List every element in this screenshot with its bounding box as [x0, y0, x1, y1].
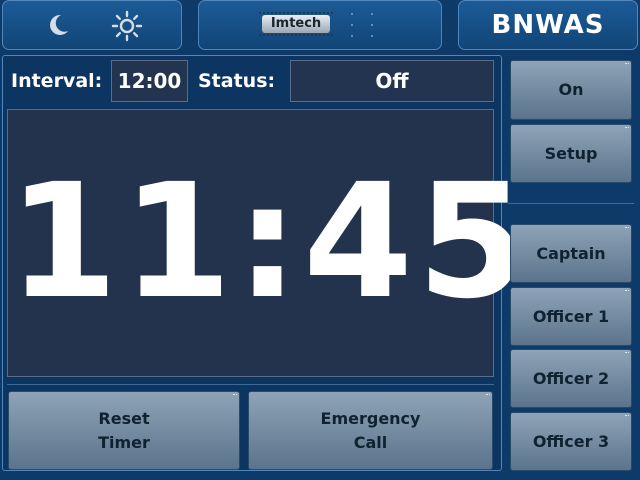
status-value: Off [290, 60, 494, 102]
officer-1-button[interactable]: Officer 1 [510, 287, 632, 346]
indicator-dots [347, 13, 377, 39]
setup-button[interactable]: Setup [510, 124, 632, 183]
imtech-logo: Imtech [259, 12, 333, 36]
emergency-call-button[interactable]: Emergency Call [248, 391, 493, 470]
sun-icon[interactable] [111, 10, 143, 42]
timer-display: 11:45 [7, 109, 531, 377]
interval-label: Interval: [11, 70, 103, 92]
moon-icon[interactable] [45, 12, 71, 38]
officer-2-button[interactable]: Officer 2 [510, 349, 632, 408]
display-mode-panel [2, 0, 182, 50]
reset-timer-button[interactable]: Reset Timer [8, 391, 240, 470]
captain-button[interactable]: Captain [510, 224, 632, 283]
emergency-call-label-line1: Emergency [320, 408, 421, 428]
timer-countdown: 11:45 [8, 150, 531, 334]
reset-timer-label-line2: Timer [98, 432, 150, 452]
app-title: BNWAS [491, 10, 605, 40]
side-divider [508, 203, 634, 204]
divider [7, 384, 494, 385]
status-label: Status: [198, 70, 276, 92]
brand-panel: Imtech [198, 0, 442, 50]
on-button[interactable]: On [510, 60, 632, 120]
emergency-call-label-line2: Call [353, 432, 388, 452]
officer-3-button[interactable]: Officer 3 [510, 412, 632, 471]
title-panel: BNWAS [458, 0, 638, 50]
reset-timer-label-line1: Reset [98, 408, 150, 428]
interval-value: 12:00 [111, 60, 188, 102]
